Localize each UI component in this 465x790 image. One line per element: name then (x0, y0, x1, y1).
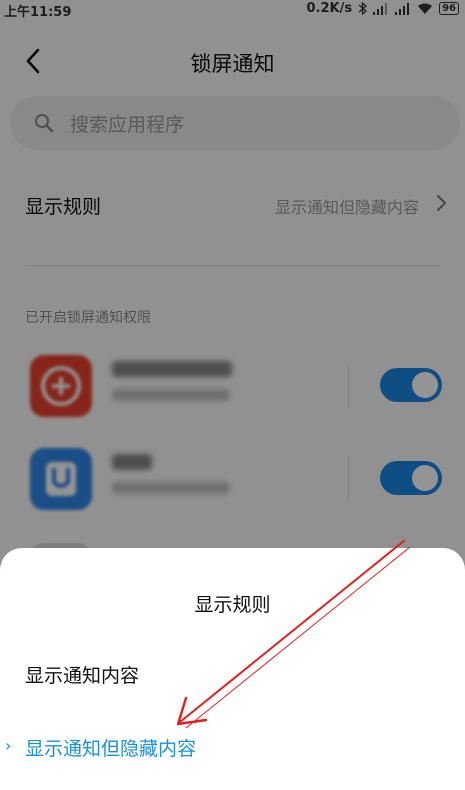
bottom-sheet: 显示规则 显示通知内容 › 显示通知但隐藏内容 (0, 548, 465, 790)
option-show-hide-content[interactable]: 显示通知但隐藏内容 (25, 734, 196, 761)
sheet-title: 显示规则 (194, 594, 271, 616)
selected-chevron-icon: › (5, 736, 12, 755)
option-show-content[interactable]: 显示通知内容 (25, 661, 139, 688)
